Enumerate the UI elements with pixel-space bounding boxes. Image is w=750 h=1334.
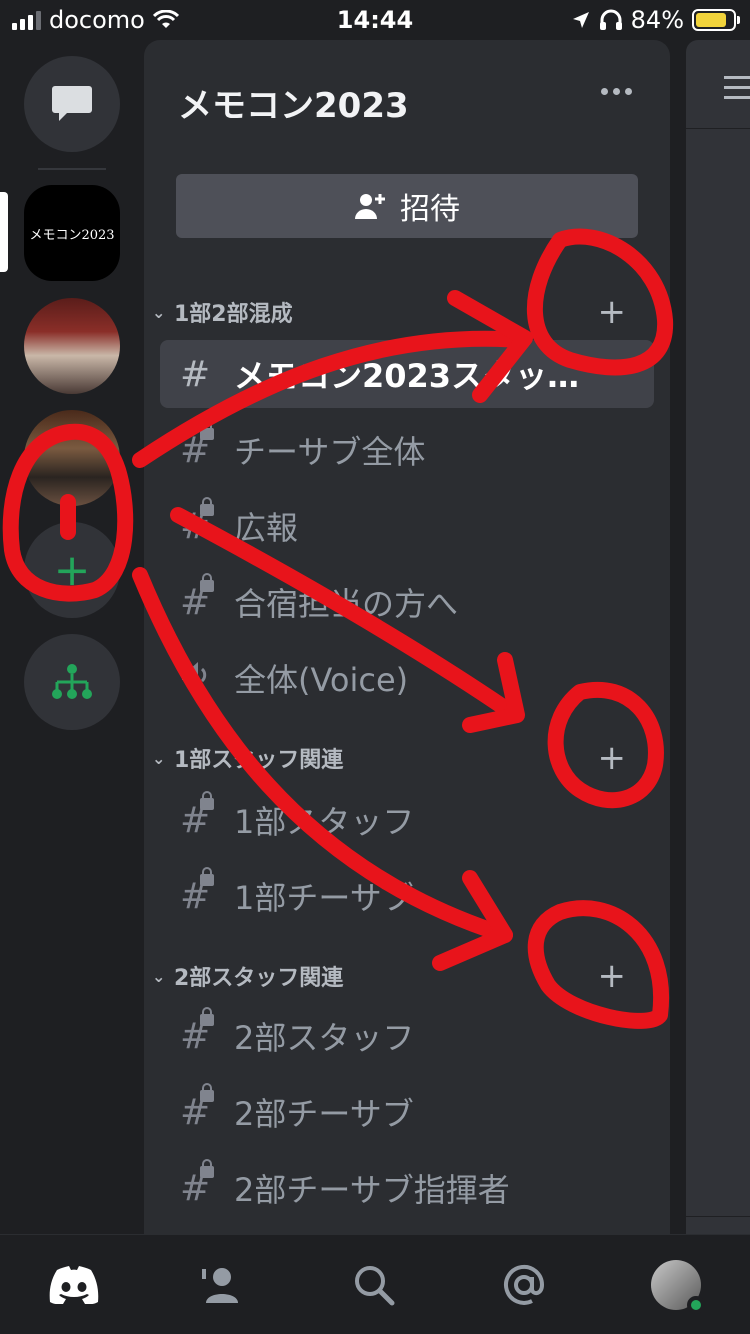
lock-icon [200, 572, 214, 592]
location-arrow-icon [572, 12, 589, 28]
locked-hashtag-icon: # [160, 496, 216, 547]
server-title[interactable]: メモコン2023 [178, 78, 409, 127]
channel-item[interactable]: 全体(Voice) [160, 644, 654, 712]
server-rail: メモコン2023 + [0, 40, 144, 1234]
at-sign-icon [504, 1264, 545, 1305]
category-header[interactable]: ⌄ 1部スタッフ関連 + [152, 738, 652, 778]
direct-messages-button[interactable] [24, 56, 120, 152]
chat-peek[interactable] [686, 40, 750, 1234]
locked-hashtag-icon: # [160, 420, 216, 471]
server-photo-concert-2[interactable] [24, 410, 120, 506]
chevron-down-icon: ⌄ [152, 748, 166, 768]
channel-name: チーサブ全体 [234, 433, 426, 471]
tab-friends[interactable] [194, 1257, 250, 1313]
divider [686, 1216, 750, 1217]
channel-name: 2部チーサブ [234, 1095, 414, 1133]
active-server-indicator [0, 192, 8, 272]
channel-item[interactable]: #1部スタッフ [160, 786, 654, 854]
channel-panel: メモコン2023 招待 ⌄ 1部2部混成 + # メモコン2023スタッ… # チーサブ全体… [144, 40, 670, 1234]
channel-name: 1部チーサブ [234, 879, 414, 917]
tab-home[interactable] [46, 1257, 102, 1313]
locked-hashtag-icon: # [160, 1082, 216, 1133]
hub-icon [52, 664, 92, 699]
search-icon [355, 1266, 395, 1306]
channel-name: 1部スタッフ [234, 803, 415, 841]
lock-icon [200, 420, 214, 440]
channel-item[interactable]: # メモコン2023スタッ… [160, 340, 654, 408]
channel-item[interactable]: #2部チーサブ指揮者 [160, 1154, 654, 1222]
channel-item[interactable]: #2部スタッフ [160, 1002, 654, 1070]
discover-button[interactable] [24, 634, 120, 730]
hamburger-icon[interactable] [724, 76, 750, 106]
channel-name: メモコン2023スタッ… [234, 357, 580, 395]
discord-logo-icon [49, 1266, 99, 1304]
server-photo-concert-1[interactable] [24, 298, 120, 394]
channel-name: 2部スタッフ [234, 1019, 415, 1057]
server-memocon-label: メモコン2023 [29, 227, 115, 243]
lock-icon [200, 1082, 214, 1102]
add-server-button[interactable]: + [24, 522, 120, 618]
lock-icon [200, 496, 214, 516]
category-name: 1部スタッフ関連 [174, 748, 344, 773]
channel-item[interactable]: #2部チーサブ [160, 1078, 654, 1146]
add-person-icon [355, 194, 385, 219]
locked-hashtag-icon: # [160, 790, 216, 841]
lock-icon [200, 790, 214, 810]
plus-icon: + [53, 544, 91, 596]
lock-icon [200, 1006, 214, 1026]
category-name: 1部2部混成 [174, 302, 293, 327]
chat-bubble-icon [52, 86, 92, 121]
more-options-button[interactable] [601, 88, 632, 95]
category-name: 2部スタッフ関連 [174, 966, 344, 991]
tab-mentions[interactable] [496, 1257, 552, 1313]
invite-button[interactable]: 招待 [176, 174, 638, 238]
add-channel-button[interactable]: + [598, 292, 627, 332]
channel-item[interactable]: # 広報 [160, 492, 654, 560]
hashtag-icon: # [180, 353, 211, 395]
locked-hashtag-icon: # [160, 1158, 216, 1209]
tab-search[interactable] [346, 1257, 402, 1313]
channel-item[interactable]: # 合宿担当の方へ [160, 568, 654, 636]
channel-item[interactable]: # チーサブ全体 [160, 416, 654, 484]
online-status-badge [687, 1296, 705, 1314]
rail-divider [38, 168, 106, 170]
locked-hashtag-icon: # [160, 1006, 216, 1057]
category-header[interactable]: ⌄ 1部2部混成 + [152, 292, 652, 332]
friends-icon [202, 1268, 238, 1303]
locked-hashtag-icon: # [160, 866, 216, 917]
headphones-icon [599, 9, 622, 30]
chevron-down-icon: ⌄ [152, 966, 166, 986]
channel-name: 広報 [234, 509, 299, 547]
status-bar: docomo 14:44 84% [0, 0, 750, 40]
battery-icon [692, 9, 740, 31]
user-avatar [651, 1260, 705, 1314]
divider [686, 128, 750, 129]
status-right: 84% [571, 6, 740, 34]
add-channel-button[interactable]: + [598, 956, 627, 996]
channel-item[interactable]: #1部チーサブ [160, 862, 654, 930]
tab-bar [0, 1234, 750, 1334]
tab-profile[interactable] [648, 1257, 705, 1314]
invite-label: 招待 [400, 192, 460, 227]
chevron-down-icon: ⌄ [152, 302, 166, 322]
add-channel-button[interactable]: + [598, 738, 627, 778]
channel-name: 2部チーサブ指揮者 [234, 1171, 510, 1209]
server-memocon[interactable]: メモコン2023 [24, 185, 120, 281]
lock-icon [200, 1158, 214, 1178]
channel-name: 合宿担当の方へ [234, 585, 459, 623]
speaker-icon [160, 658, 216, 699]
category-header[interactable]: ⌄ 2部スタッフ関連 + [152, 956, 652, 996]
lock-icon [200, 866, 214, 886]
locked-hashtag-icon: # [160, 572, 216, 623]
channel-name: 全体(Voice) [234, 661, 409, 699]
battery-percent: 84% [630, 6, 684, 34]
